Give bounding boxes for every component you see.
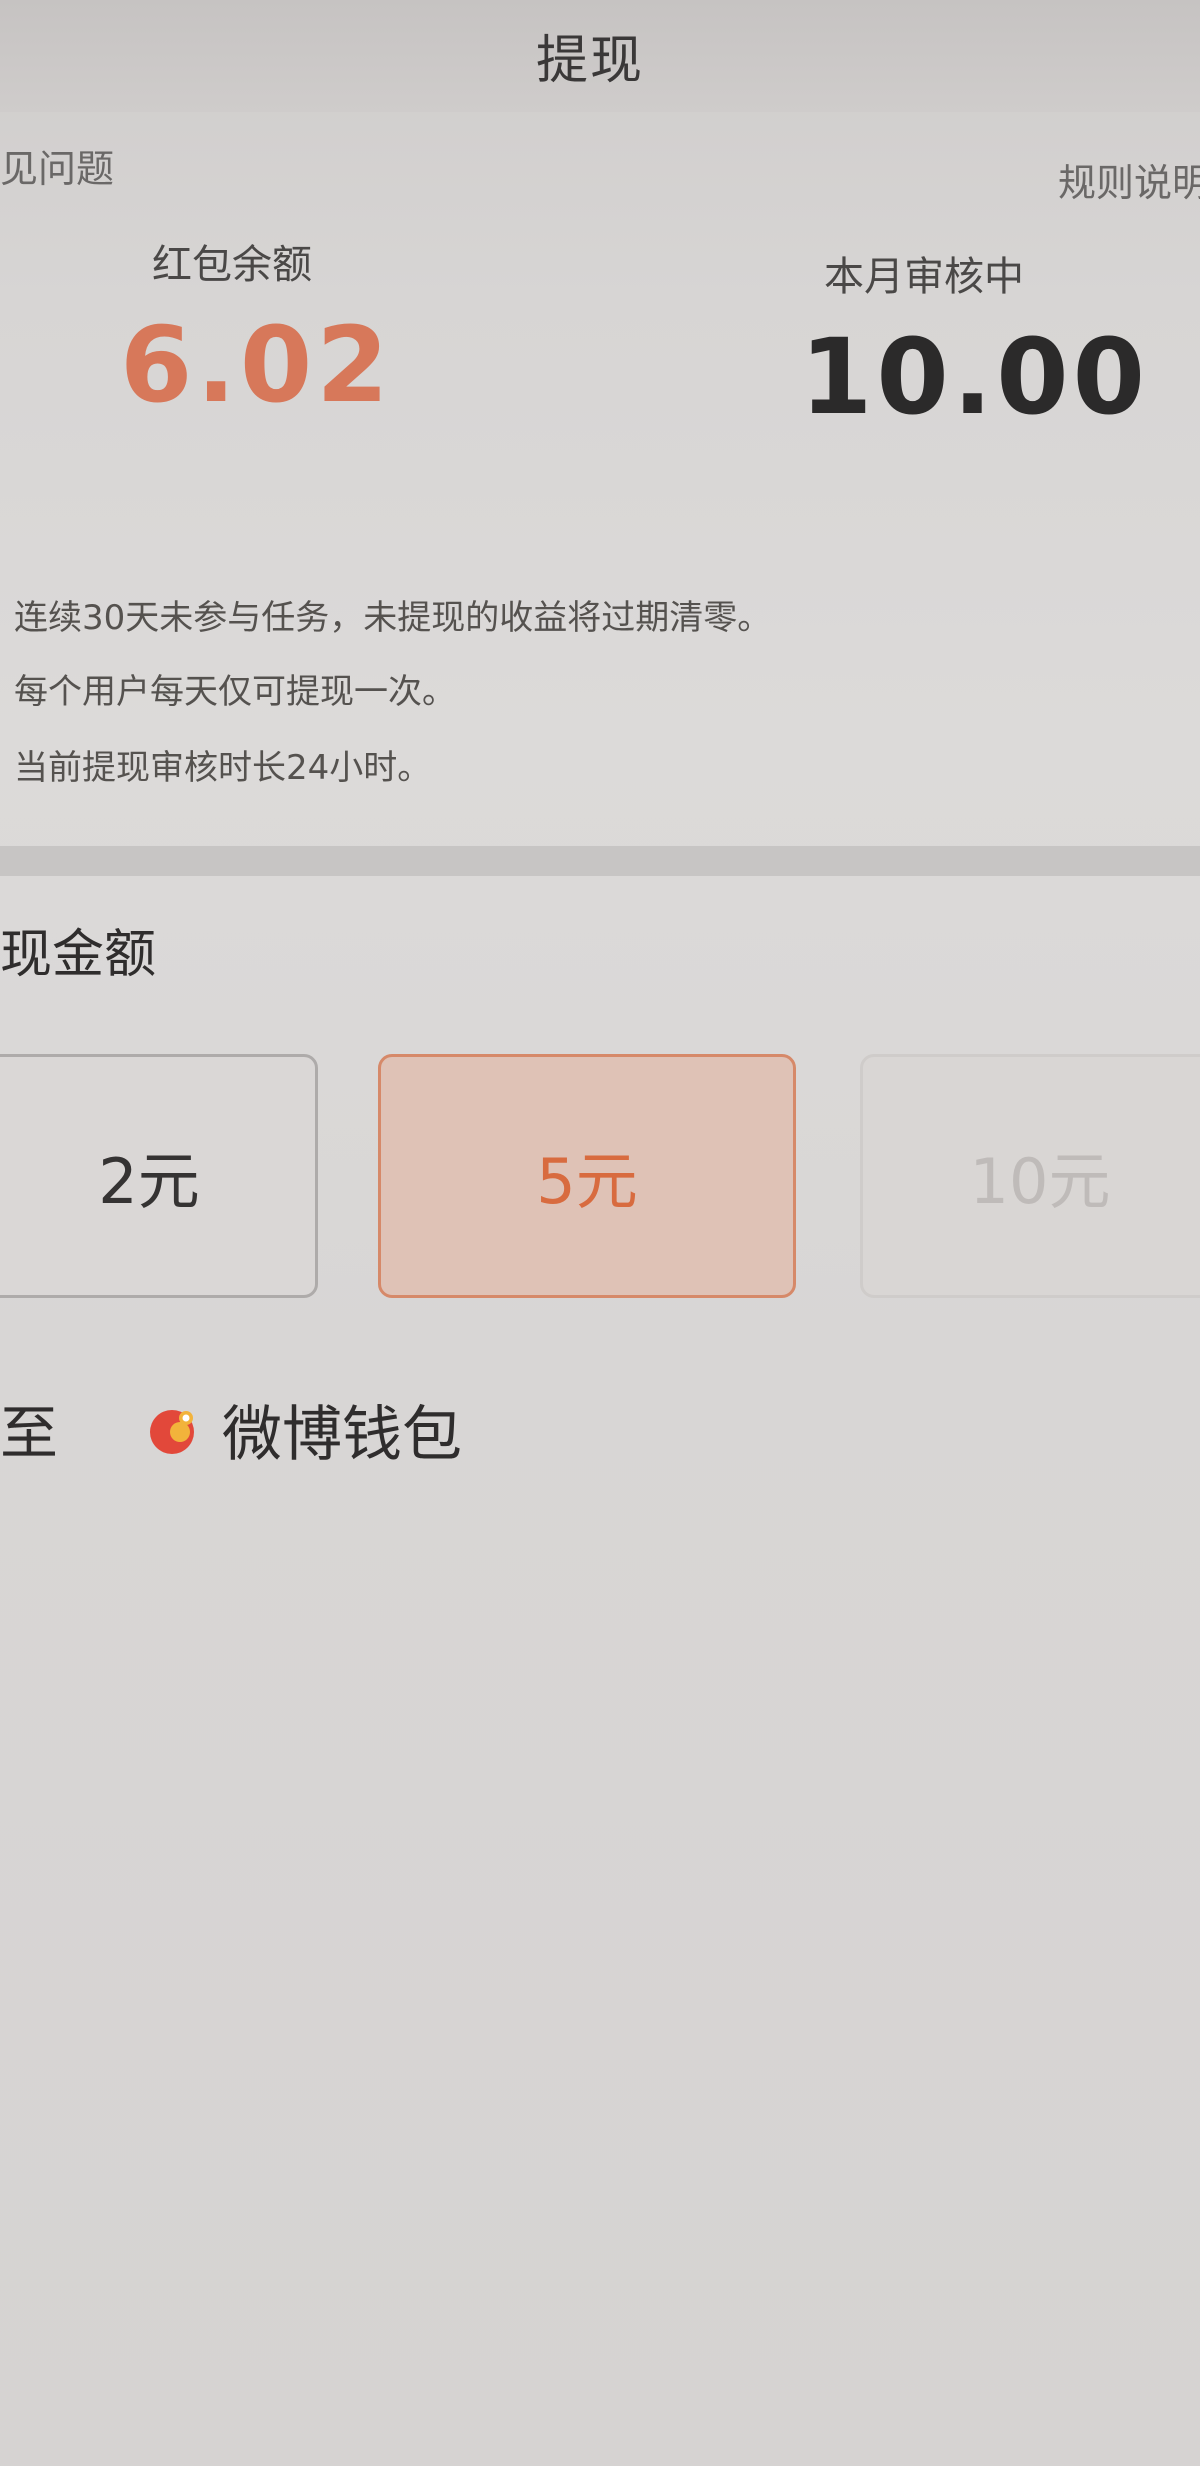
header-bar: 提现 bbox=[0, 0, 1200, 112]
amount-option-5[interactable]: 5元 bbox=[378, 1054, 796, 1298]
amount-option-label: 10元 bbox=[969, 1145, 1111, 1218]
review-value: 10.00 bbox=[800, 316, 1149, 438]
weibo-wallet-option[interactable]: 微博钱包 bbox=[146, 1386, 462, 1473]
amount-option-label: 2元 bbox=[98, 1145, 200, 1218]
weibo-wallet-icon bbox=[146, 1402, 202, 1458]
notice-expire: 连续30天未参与任务，未提现的收益将过期清零。 bbox=[14, 598, 772, 638]
amount-section-title: 现金额 bbox=[0, 925, 157, 985]
notice-once-daily: 每个用户每天仅可提现一次。 bbox=[14, 672, 456, 712]
review-label: 本月审核中 bbox=[824, 254, 1024, 300]
rules-link[interactable]: 规则说明 bbox=[1058, 152, 1200, 207]
section-divider bbox=[0, 846, 1200, 876]
balance-label: 红包余额 bbox=[152, 242, 312, 288]
balance-value: 6.02 bbox=[120, 304, 393, 426]
amount-option-10[interactable]: 10元 bbox=[860, 1054, 1200, 1298]
amount-option-label: 5元 bbox=[536, 1145, 638, 1218]
notice-review-time: 当前提现审核时长24小时。 bbox=[14, 748, 432, 788]
amount-option-2[interactable]: 2元 bbox=[0, 1054, 318, 1298]
destination-prefix: 至 bbox=[0, 1399, 59, 1467]
page-title: 提现 bbox=[535, 31, 644, 91]
faq-link[interactable]: 见问题 bbox=[0, 138, 114, 193]
weibo-wallet-label: 微博钱包 bbox=[222, 1400, 462, 1470]
withdraw-page: 提现 见问题 规则说明 红包余额 6.02 本月审核中 10.00 连续30天未… bbox=[0, 0, 1200, 2466]
